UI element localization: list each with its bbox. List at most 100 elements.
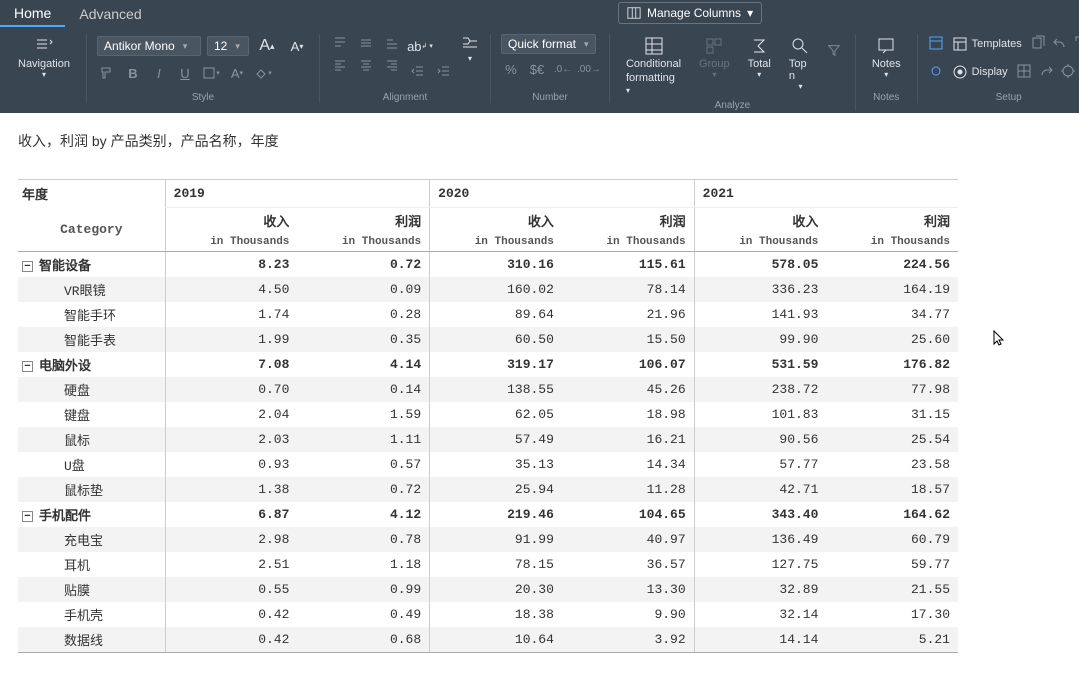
chevron-down-icon: ▾ xyxy=(584,39,589,50)
group-alignment-label: Alignment xyxy=(383,92,427,103)
align-right-button[interactable] xyxy=(382,56,402,74)
chevron-down-icon: ▾ xyxy=(798,82,802,91)
filter-button[interactable] xyxy=(824,38,845,62)
grid-icon[interactable] xyxy=(1016,63,1032,82)
increase-indent-button[interactable] xyxy=(434,62,454,80)
underline-button[interactable]: U xyxy=(175,64,195,82)
border-button[interactable]: ▾ xyxy=(201,64,221,82)
percent-button[interactable]: % xyxy=(501,60,521,78)
quick-format-value: Quick format xyxy=(508,37,576,51)
chevron-down-icon: ▾ xyxy=(468,54,472,63)
merge-button[interactable]: ▾ xyxy=(460,34,480,63)
zoom-icon[interactable] xyxy=(1074,35,1079,54)
table-row[interactable]: 鼠标垫1.380.7225.9411.2842.7118.57 xyxy=(18,477,958,502)
group-setup-label: Setup xyxy=(996,92,1022,103)
templates-indicator-icon xyxy=(928,35,944,54)
format-painter-button[interactable] xyxy=(97,64,117,82)
table-row[interactable]: −电脑外设7.084.14319.17106.07531.59176.82 xyxy=(18,352,958,377)
group-analyze-label: Analyze xyxy=(715,100,751,111)
settings-icon[interactable] xyxy=(1060,63,1076,82)
conditional-formatting-button[interactable]: Conditional formatting ▾ xyxy=(620,34,687,98)
display-indicator-icon xyxy=(928,63,944,82)
table-row[interactable]: 键盘2.041.5962.0518.98101.8331.15 xyxy=(18,402,958,427)
display-button[interactable]: Display xyxy=(950,62,1010,82)
chevron-down-icon: ▾ xyxy=(626,86,630,95)
redo-icon[interactable] xyxy=(1038,63,1054,82)
italic-button[interactable]: I xyxy=(149,64,169,82)
collapse-icon[interactable]: − xyxy=(22,361,33,372)
topn-button[interactable]: Top n ▾ xyxy=(783,34,818,93)
wrap-text-button[interactable]: ab↲▾ xyxy=(408,34,432,58)
table-row[interactable]: −智能设备8.230.72310.16115.61578.05224.56 xyxy=(18,252,958,278)
table-row[interactable]: 智能手表1.990.3560.5015.5099.9025.60 xyxy=(18,327,958,352)
templates-button[interactable]: Templates xyxy=(950,34,1024,54)
conditional-formatting-icon xyxy=(644,36,664,56)
undo-icon[interactable] xyxy=(1052,35,1068,54)
table-row[interactable]: 耳机2.511.1878.1536.57127.7559.77 xyxy=(18,552,958,577)
collapse-icon[interactable]: − xyxy=(22,261,33,272)
group-button[interactable]: Group ▾ xyxy=(693,34,736,81)
chevron-down-icon: ▾ xyxy=(757,70,761,79)
conditional-label: Conditional xyxy=(626,58,681,70)
decrease-decimal-button[interactable]: .00→ xyxy=(579,60,599,78)
currency-button[interactable]: $€ xyxy=(527,60,547,78)
table-row[interactable]: −手机配件6.874.12219.46104.65343.40164.62 xyxy=(18,502,958,527)
table-row[interactable]: 贴膜0.550.9920.3013.3032.8921.55 xyxy=(18,577,958,602)
topn-icon xyxy=(790,36,810,56)
quick-format-select[interactable]: Quick format ▾ xyxy=(501,34,596,54)
tab-home[interactable]: Home xyxy=(0,1,65,27)
increase-decimal-button[interactable]: .0← xyxy=(553,60,573,78)
chevron-down-icon: ▾ xyxy=(747,6,753,20)
notes-button[interactable]: Notes ▾ xyxy=(866,34,907,81)
merge-icon xyxy=(460,34,480,54)
copy-icon[interactable] xyxy=(1030,35,1046,54)
total-label: Total xyxy=(748,58,771,70)
manage-columns-button[interactable]: Manage Columns ▾ xyxy=(618,2,762,24)
decrease-indent-button[interactable] xyxy=(408,62,428,80)
templates-label: Templates xyxy=(972,38,1022,50)
table-row[interactable]: U盘0.930.5735.1314.3457.7723.58 xyxy=(18,452,958,477)
chevron-down-icon: ▾ xyxy=(712,70,716,79)
table-row[interactable]: 手机壳0.420.4918.389.9032.1417.30 xyxy=(18,602,958,627)
increase-font-button[interactable]: A▴ xyxy=(255,34,279,58)
table-row[interactable]: 充电宝2.980.7891.9940.97136.4960.79 xyxy=(18,527,958,552)
table-row[interactable]: VR眼镜4.500.09160.0278.14336.23164.19 xyxy=(18,277,958,302)
bold-button[interactable]: B xyxy=(123,64,143,82)
table-row[interactable]: 鼠标2.031.1157.4916.2190.5625.54 xyxy=(18,427,958,452)
font-family-select[interactable]: Antikor Mono ▾ xyxy=(97,36,201,56)
align-left-button[interactable] xyxy=(330,56,350,74)
align-bottom-button[interactable] xyxy=(382,34,402,52)
align-top-button[interactable] xyxy=(330,34,350,52)
pivot-table: 年度201920202021Category收入利润收入利润收入利润in Tho… xyxy=(18,179,958,653)
topn-label: Top n xyxy=(789,58,812,82)
group-btn-label: Group xyxy=(699,58,730,70)
table-row[interactable]: 硬盘0.700.14138.5545.26238.7277.98 xyxy=(18,377,958,402)
templates-icon xyxy=(952,36,968,52)
notes-icon xyxy=(876,36,896,56)
group-notes-label: Notes xyxy=(873,92,899,103)
formatting-label: formatting xyxy=(626,72,675,84)
navigation-label: Navigation xyxy=(18,58,70,70)
columns-icon xyxy=(627,6,641,20)
font-size-select[interactable]: 12▾ xyxy=(207,36,249,56)
notes-label: Notes xyxy=(872,58,901,70)
collapse-icon[interactable]: − xyxy=(22,511,33,522)
tab-advanced[interactable]: Advanced xyxy=(65,2,155,26)
decrease-font-button[interactable]: A▾ xyxy=(285,34,309,58)
chevron-down-icon: ▾ xyxy=(183,41,188,52)
display-label: Display xyxy=(972,66,1008,78)
align-middle-button[interactable] xyxy=(356,34,376,52)
chevron-down-icon: ▾ xyxy=(42,70,46,79)
navigation-button[interactable]: Navigation ▾ xyxy=(12,34,76,81)
table-row[interactable]: 数据线0.420.6810.643.9214.145.21 xyxy=(18,627,958,653)
align-center-button[interactable] xyxy=(356,56,376,74)
font-color-button[interactable]: A▾ xyxy=(227,64,247,82)
fill-color-button[interactable]: ▾ xyxy=(253,64,273,82)
group-icon xyxy=(704,36,724,56)
table-row[interactable]: 智能手环1.740.2889.6421.96141.9334.77 xyxy=(18,302,958,327)
chevron-down-icon: ▾ xyxy=(235,41,240,52)
font-family-value: Antikor Mono xyxy=(104,39,175,53)
manage-columns-label: Manage Columns xyxy=(647,6,741,20)
total-button[interactable]: Total ▾ xyxy=(742,34,777,81)
group-style-label: Style xyxy=(192,92,214,103)
